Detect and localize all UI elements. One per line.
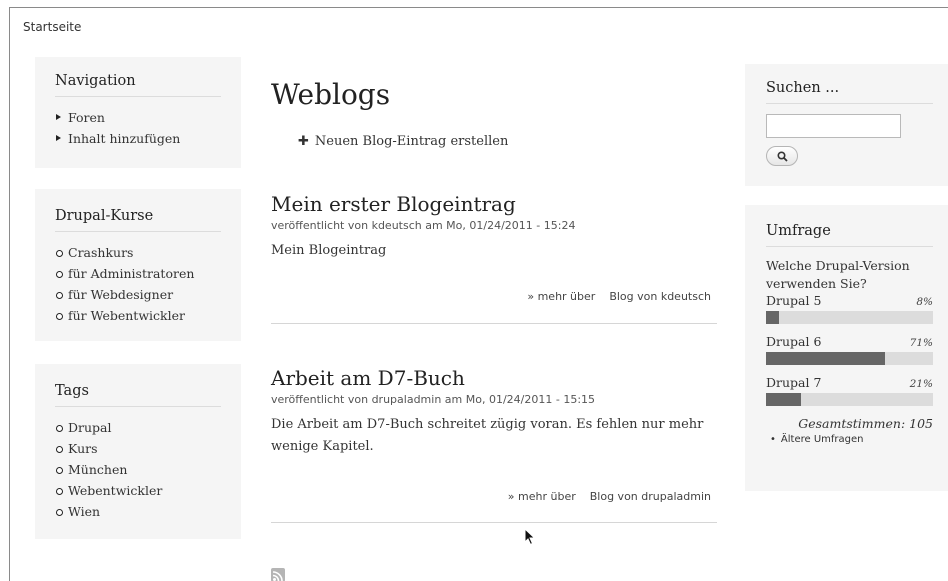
add-blog-entry-label: Neuen Blog-Eintrag erstellen <box>314 134 509 149</box>
breadcrumb[interactable]: Startseite <box>23 20 81 34</box>
poll-total: Gesamtstimmen: 105 <box>798 416 933 431</box>
tag-webentwickler[interactable]: Webentwickler <box>55 480 221 501</box>
poll-choice-percent: 21% <box>909 378 933 390</box>
poll-title: Umfrage <box>766 223 933 247</box>
poll-bar-fill <box>766 393 802 406</box>
kurse-item-webentwickler[interactable]: für Webentwickler <box>55 305 221 326</box>
kurse-item-webdesigner[interactable]: für Webdesigner <box>55 284 221 305</box>
poll-choice-percent: 8% <box>916 296 933 308</box>
poll-choice-label: Drupal 7 <box>766 375 822 390</box>
rss-feed-icon[interactable] <box>271 568 285 581</box>
poll-choice-label: Drupal 6 <box>766 334 822 349</box>
poll-choice-percent: 71% <box>909 337 933 349</box>
navigation-block: Navigation Foren Inhalt hinzufügen <box>35 57 241 168</box>
poll-bar <box>766 352 933 365</box>
post-meta: veröffentlicht von kdeutsch am Mo, 01/24… <box>271 219 576 232</box>
poll-bar-fill <box>766 311 780 324</box>
main-content: Weblogs ✚ Neuen Blog-Eintrag erstellen M… <box>271 78 717 581</box>
tags-title: Tags <box>55 383 221 407</box>
mouse-cursor-icon <box>524 528 536 546</box>
older-polls-link[interactable]: Ältere Umfragen <box>766 434 933 445</box>
poll-choice: Drupal 6 71% <box>766 334 933 365</box>
nav-item-add-content[interactable]: Inhalt hinzufügen <box>55 128 221 149</box>
user-blog-link[interactable]: Blog von kdeutsch <box>609 290 711 303</box>
search-input[interactable] <box>766 114 901 138</box>
post-body: Mein Blogeintrag <box>271 243 387 258</box>
nav-item-foren[interactable]: Foren <box>55 107 221 128</box>
tag-drupal[interactable]: Drupal <box>55 417 221 438</box>
read-more-link[interactable]: » mehr über <box>527 290 595 303</box>
page-title: Weblogs <box>271 78 391 111</box>
navigation-title: Navigation <box>55 73 221 97</box>
post-title[interactable]: Arbeit am D7-Buch <box>271 366 717 390</box>
post-links: » mehr über Blog von kdeutsch <box>513 290 711 303</box>
tag-muenchen[interactable]: München <box>55 459 221 480</box>
kurse-item-admins[interactable]: für Administratoren <box>55 263 221 284</box>
post-meta: veröffentlicht von drupaladmin am Mo, 01… <box>271 393 596 406</box>
kurse-item-crashkurs[interactable]: Crashkurs <box>55 242 221 263</box>
search-button[interactable] <box>766 146 798 166</box>
drupal-kurse-block: Drupal-Kurse Crashkurs für Administrator… <box>35 189 241 341</box>
page-frame: Startseite Navigation Foren Inhalt hinzu… <box>9 7 948 581</box>
magnifier-icon <box>776 150 788 162</box>
poll-bar-fill <box>766 352 885 365</box>
user-blog-link[interactable]: Blog von drupaladmin <box>590 490 711 503</box>
search-title: Suchen ... <box>766 80 933 104</box>
poll-block: Umfrage Welche Drupal-Version verwenden … <box>745 205 948 491</box>
add-blog-entry-link[interactable]: ✚ Neuen Blog-Eintrag erstellen <box>298 134 717 149</box>
kurse-title: Drupal-Kurse <box>55 208 221 232</box>
poll-bar <box>766 311 933 324</box>
poll-bar <box>766 393 933 406</box>
tag-wien[interactable]: Wien <box>55 501 221 522</box>
poll-choice: Drupal 5 8% <box>766 293 933 324</box>
post-title[interactable]: Mein erster Blogeintrag <box>271 192 717 216</box>
poll-question: Welche Drupal-Version verwenden Sie? <box>766 258 910 291</box>
plus-icon: ✚ <box>298 134 309 149</box>
blog-post: Arbeit am D7-Buch veröffentlicht von dru… <box>271 366 717 523</box>
read-more-link[interactable]: » mehr über <box>508 490 576 503</box>
blog-post: Mein erster Blogeintrag veröffentlicht v… <box>271 192 717 324</box>
post-links: » mehr über Blog von drupaladmin <box>494 490 711 503</box>
poll-choice: Drupal 7 21% <box>766 375 933 406</box>
search-block: Suchen ... <box>745 64 948 186</box>
tags-block: Tags Drupal Kurs München Webentwickler W… <box>35 364 241 539</box>
poll-choice-label: Drupal 5 <box>766 293 822 308</box>
tag-kurs[interactable]: Kurs <box>55 438 221 459</box>
post-body: Die Arbeit am D7-Buch schreitet zügig vo… <box>271 417 704 454</box>
